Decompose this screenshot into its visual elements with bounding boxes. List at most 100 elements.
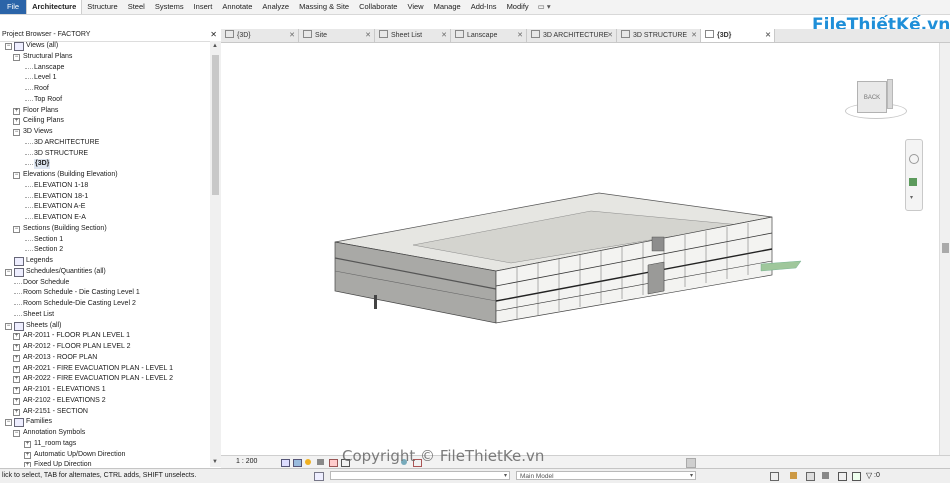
- ribbon-tab-architecture[interactable]: Architecture: [26, 0, 83, 14]
- tree-item[interactable]: − Schedules/Quantities (all): [0, 267, 209, 277]
- expand-icon[interactable]: +: [13, 397, 20, 405]
- workset-icon[interactable]: [314, 472, 324, 481]
- select-pinned-icon[interactable]: [822, 472, 829, 479]
- tree-item[interactable]: − Sections (Building Section): [0, 224, 209, 234]
- ribbon-tab-add-ins[interactable]: Add-Ins: [466, 0, 502, 14]
- drag-elements-icon[interactable]: [852, 472, 861, 481]
- tree-item[interactable]: − Structural Plans: [0, 52, 209, 62]
- close-icon[interactable]: ✕: [210, 29, 217, 41]
- ribbon-tab-annotate[interactable]: Annotate: [217, 0, 257, 14]
- expand-icon[interactable]: +: [13, 118, 20, 126]
- workset-dropdown[interactable]: ▾: [330, 471, 510, 480]
- collapse-icon[interactable]: −: [13, 225, 20, 233]
- collapse-icon[interactable]: −: [13, 172, 20, 179]
- tree-item[interactable]: Section 1: [0, 235, 209, 245]
- expand-icon[interactable]: +: [13, 344, 20, 351]
- expand-icon[interactable]: +: [13, 107, 20, 115]
- tree-item[interactable]: ELEVATION E-A: [0, 213, 209, 223]
- close-tab-icon[interactable]: ✕: [441, 29, 447, 42]
- collapse-icon[interactable]: −: [13, 129, 20, 136]
- view-scale[interactable]: 1 : 200: [236, 455, 257, 469]
- tree-item[interactable]: Level 1: [0, 73, 209, 83]
- tree-item[interactable]: + AR-2101 - ELEVATIONS 1: [0, 385, 209, 395]
- ribbon-options-icon[interactable]: ▭ ▾: [534, 0, 555, 14]
- ribbon-tab-modify[interactable]: Modify: [502, 0, 534, 14]
- nav-menu-icon[interactable]: ▾: [910, 194, 913, 201]
- tree-item[interactable]: Section 2: [0, 245, 209, 255]
- expand-icon[interactable]: +: [13, 333, 20, 341]
- tree-item[interactable]: + AR-2011 - FLOOR PLAN LEVEL 1: [0, 331, 209, 341]
- tree-item[interactable]: + AR-2022 - FIRE EVACUATION PLAN - LEVEL …: [0, 374, 209, 384]
- tree-item[interactable]: 3D ARCHITECTURE: [0, 138, 209, 148]
- scrollbar-thumb[interactable]: [942, 243, 949, 253]
- view-tab[interactable]: Lanscape ✕: [451, 29, 527, 42]
- ribbon-tab-file[interactable]: File: [0, 0, 27, 14]
- sun-path-icon[interactable]: [305, 459, 311, 465]
- tree-item[interactable]: Door Schedule: [0, 278, 209, 288]
- close-tab-icon[interactable]: ✕: [691, 29, 697, 42]
- scroll-up-icon[interactable]: ▲: [212, 43, 218, 49]
- tree-item[interactable]: + AR-2013 - ROOF PLAN: [0, 353, 209, 363]
- expand-icon[interactable]: +: [13, 408, 20, 416]
- viewcube[interactable]: BACK: [843, 73, 913, 123]
- canvas-vertical-scrollbar[interactable]: [939, 43, 950, 455]
- expand-icon[interactable]: +: [13, 354, 20, 362]
- tree-item[interactable]: ELEVATION 1-18: [0, 181, 209, 191]
- view-tab[interactable]: Sheet List ✕: [375, 29, 451, 42]
- tree-item[interactable]: − Sheets (all): [0, 321, 209, 331]
- expand-icon[interactable]: +: [13, 387, 20, 394]
- tree-item[interactable]: − Annotation Symbols: [0, 428, 209, 438]
- tree-item[interactable]: ELEVATION A-E: [0, 202, 209, 212]
- 3d-view-canvas[interactable]: BACK ▾: [221, 43, 939, 455]
- detail-level-icon[interactable]: [281, 459, 290, 467]
- editable-only-icon[interactable]: [770, 472, 779, 481]
- collapse-icon[interactable]: −: [5, 322, 12, 330]
- tree-item[interactable]: + AR-2012 - FLOOR PLAN LEVEL 2: [0, 342, 209, 352]
- tree-item[interactable]: + Automatic Up/Down Direction: [0, 450, 209, 460]
- expand-icon[interactable]: +: [24, 462, 31, 467]
- viewcube-face[interactable]: BACK: [857, 81, 887, 113]
- expand-icon[interactable]: +: [24, 440, 31, 448]
- ribbon-tab-collaborate[interactable]: Collaborate: [354, 0, 402, 14]
- scroll-down-icon[interactable]: ▼: [212, 459, 218, 465]
- tree-item[interactable]: − Families: [0, 417, 209, 428]
- select-links-icon[interactable]: [790, 472, 797, 479]
- tree-item[interactable]: + AR-2151 - SECTION: [0, 407, 209, 417]
- collapse-icon[interactable]: −: [13, 430, 20, 437]
- ribbon-tab-massing-site[interactable]: Massing & Site: [294, 0, 354, 14]
- zoom-icon[interactable]: [909, 178, 917, 186]
- tree-item[interactable]: {3D}: [0, 159, 209, 170]
- tree-item[interactable]: + AR-2021 - FIRE EVACUATION PLAN - LEVEL …: [0, 364, 209, 374]
- tree-item[interactable]: Roof: [0, 84, 209, 94]
- tree-item[interactable]: + AR-2102 - ELEVATIONS 2: [0, 396, 209, 406]
- collapse-icon[interactable]: −: [5, 419, 12, 427]
- expand-icon[interactable]: +: [13, 365, 20, 373]
- view-tab[interactable]: {3D} ✕: [701, 29, 775, 42]
- close-tab-icon[interactable]: ✕: [765, 29, 771, 42]
- close-tab-icon[interactable]: ✕: [607, 29, 613, 42]
- browser-scrollbar[interactable]: ▲ ▼: [210, 41, 221, 467]
- tree-item[interactable]: Legends: [0, 256, 209, 266]
- ribbon-tab-structure[interactable]: Structure: [82, 0, 122, 14]
- viewbar-scroll-handle[interactable]: [686, 458, 696, 468]
- tree-item[interactable]: 3D STRUCTURE: [0, 149, 209, 159]
- tree-item[interactable]: +11_room tags: [0, 439, 209, 449]
- collapse-icon[interactable]: −: [5, 268, 12, 276]
- tree-item[interactable]: + Ceiling Plans: [0, 116, 209, 126]
- tree-item[interactable]: − Elevations (Building Elevation): [0, 170, 209, 180]
- tree-item[interactable]: Top Roof: [0, 95, 209, 105]
- close-tab-icon[interactable]: ✕: [365, 29, 371, 42]
- collapse-icon[interactable]: −: [13, 53, 20, 61]
- expand-icon[interactable]: +: [13, 376, 20, 384]
- ribbon-tab-systems[interactable]: Systems: [150, 0, 189, 14]
- design-option-dropdown[interactable]: Main Model ▾: [516, 471, 696, 480]
- viewcube-side[interactable]: [887, 79, 893, 109]
- ribbon-tab-insert[interactable]: Insert: [189, 0, 218, 14]
- tree-item[interactable]: + Floor Plans: [0, 106, 209, 116]
- scrollbar-thumb[interactable]: [212, 55, 219, 195]
- tree-item[interactable]: Lanscape: [0, 63, 209, 73]
- visual-style-icon[interactable]: [293, 459, 302, 467]
- tree-item[interactable]: + Fixed Up Direction: [0, 460, 209, 467]
- render-icon[interactable]: [329, 459, 338, 467]
- tree-item[interactable]: Room Schedule-Die Casting Level 2: [0, 299, 209, 309]
